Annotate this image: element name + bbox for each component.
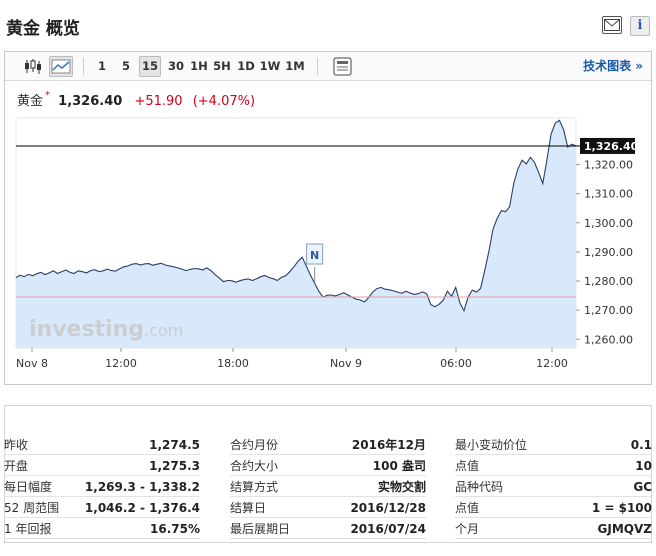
x-tick-label: 12:00	[536, 357, 568, 370]
info-icon[interactable]: i	[630, 16, 650, 36]
stat-row: 最后展期日 2016/07/24	[230, 518, 426, 539]
stat-row: 结算方式 实物交割	[230, 476, 426, 497]
stat-value: 10	[635, 459, 652, 473]
stat-row: 最小变动价位 0.1	[455, 434, 652, 455]
header-actions: i	[602, 16, 650, 36]
stat-row: 合约大小 100 盎司	[230, 455, 426, 476]
stat-label: 合约大小	[230, 459, 279, 473]
stat-label: 开盘	[4, 459, 29, 473]
x-tick-label: 06:00	[440, 357, 472, 370]
stat-label: 昨收	[4, 438, 29, 452]
y-tick-label: 1,300.00	[584, 217, 633, 230]
stat-label: 52 周范围	[4, 501, 60, 515]
stat-label: 结算方式	[230, 480, 279, 494]
stat-row: 开盘 1,275.3	[4, 455, 200, 476]
email-icon[interactable]	[602, 16, 622, 34]
x-tick-label: 12:00	[105, 357, 137, 370]
stat-value: 100 盎司	[372, 459, 426, 473]
stat-value: GC	[633, 480, 652, 494]
stat-value: 实物交割	[377, 480, 426, 494]
y-tick-label: 1,320.00	[584, 159, 633, 172]
annotation-label: N	[310, 249, 319, 262]
stat-value: 1,275.3	[149, 459, 200, 473]
stat-value: 2016/07/24	[350, 522, 426, 536]
y-tick-label: 1,280.00	[584, 275, 633, 288]
page-title: 黄金 概览	[6, 19, 80, 39]
x-tick-label: 18:00	[217, 357, 249, 370]
stat-row: 个月 GJMQVZ	[455, 518, 652, 539]
stat-value: GJMQVZ	[597, 522, 652, 536]
stat-row: 每日幅度 1,269.3 - 1,338.2	[4, 476, 200, 497]
stat-row: 昨收 1,274.5	[4, 434, 200, 455]
stat-value: 16.75%	[150, 522, 200, 536]
stat-row: 1 年回报 16.75%	[4, 518, 200, 539]
stat-label: 最小变动价位	[455, 438, 528, 452]
stat-value: 1,046.2 - 1,376.4	[84, 501, 200, 515]
stat-label: 点值	[455, 501, 480, 515]
stat-value: 2016/12/28	[350, 501, 426, 515]
watermark-logo: investing.com	[29, 317, 183, 342]
stat-row: 52 周范围 1,046.2 - 1,376.4	[4, 497, 200, 518]
stat-value: 1,274.5	[149, 438, 200, 452]
current-price-label: 1,326.40	[584, 140, 639, 153]
stat-row: 点值 1 = $100	[455, 497, 652, 518]
stat-label: 每日幅度	[4, 480, 53, 494]
stat-label: 点值	[455, 459, 480, 473]
price-chart[interactable]: investing.com 1,326.40 1,320.00 1,310.00 1,3…	[5, 52, 651, 384]
y-tick-label: 1,290.00	[584, 246, 633, 259]
stat-label: 合约月份	[230, 438, 279, 452]
stat-value: 0.1	[630, 438, 652, 452]
stat-label: 个月	[455, 522, 480, 536]
stat-value: 1 = $100	[591, 501, 652, 515]
y-tick-label: 1,270.00	[584, 304, 633, 317]
y-tick-label: 1,310.00	[584, 188, 633, 201]
stat-value: 2016年12月	[351, 438, 426, 452]
stat-label: 结算日	[230, 501, 267, 515]
stat-label: 品种代码	[455, 480, 504, 494]
stat-row: 点值 10	[455, 455, 652, 476]
y-tick-label: 1,260.00	[584, 333, 633, 346]
chart-panel: 1 5 15 30 1H 5H 1D 1W 1M 技术图表 » 黄金 * 1,32…	[4, 51, 652, 385]
x-tick-label: Nov 9	[330, 357, 362, 370]
stat-row: 合约月份 2016年12月	[230, 434, 426, 455]
stat-row: 品种代码 GC	[455, 476, 652, 497]
stat-row: 结算日 2016/12/28	[230, 497, 426, 518]
stat-label: 最后展期日	[230, 522, 291, 536]
stat-label: 1 年回报	[4, 522, 52, 536]
stat-value: 1,269.3 - 1,338.2	[84, 480, 200, 494]
x-tick-label: Nov 8	[16, 357, 48, 370]
